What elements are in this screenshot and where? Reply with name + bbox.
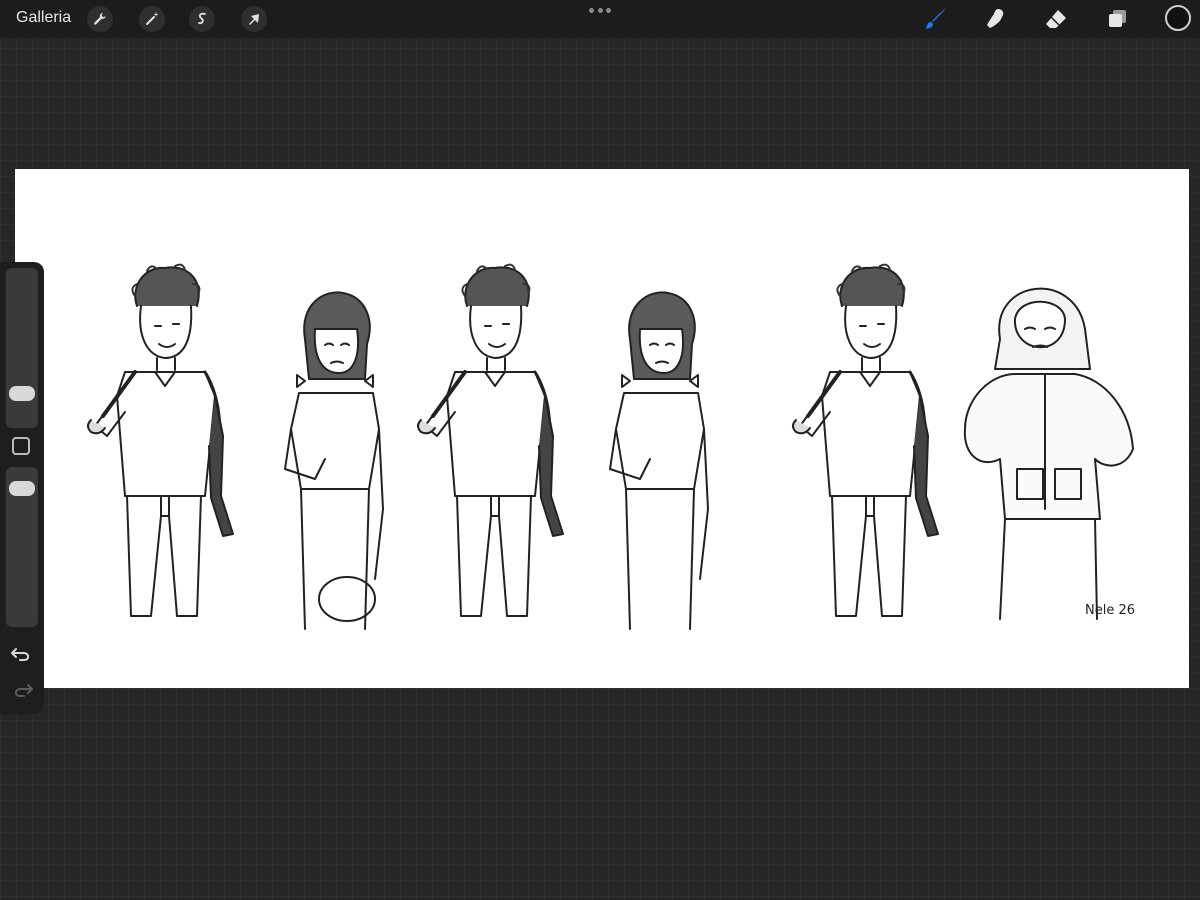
actions-button[interactable] bbox=[87, 6, 113, 32]
undo-icon bbox=[11, 648, 30, 661]
wrench-icon bbox=[94, 12, 106, 25]
smudge-tool-button[interactable] bbox=[980, 5, 1010, 33]
transform-arrow-icon bbox=[249, 14, 259, 25]
more-options-dots[interactable] bbox=[589, 8, 611, 14]
transform-button[interactable] bbox=[241, 6, 267, 32]
redo-button[interactable] bbox=[10, 680, 34, 700]
smudge-icon bbox=[987, 9, 1004, 28]
eraser-icon bbox=[1046, 10, 1066, 28]
opacity-thumb[interactable] bbox=[9, 481, 35, 496]
gallery-button[interactable]: Galleria bbox=[16, 9, 71, 27]
artist-signature: Nele 26 bbox=[1085, 603, 1135, 618]
top-toolbar: Galleria bbox=[0, 0, 1200, 38]
brush-size-thumb[interactable] bbox=[9, 386, 35, 401]
selection-s-icon bbox=[198, 12, 206, 25]
opacity-slider[interactable] bbox=[6, 467, 38, 627]
left-sidebar bbox=[0, 262, 44, 714]
adjustments-button[interactable] bbox=[139, 6, 165, 32]
redo-icon bbox=[14, 684, 33, 697]
eraser-tool-button[interactable] bbox=[1041, 5, 1071, 33]
brush-size-slider[interactable] bbox=[6, 268, 38, 428]
sketch-artwork: Nele 26 bbox=[86, 262, 1135, 630]
drawing-canvas[interactable]: Nele 26 bbox=[15, 169, 1189, 688]
layers-button[interactable] bbox=[1102, 5, 1132, 33]
magic-wand-icon bbox=[146, 12, 159, 25]
brush-tool-button[interactable] bbox=[921, 5, 951, 33]
layers-icon bbox=[1109, 10, 1126, 27]
modify-button[interactable] bbox=[12, 437, 30, 455]
selection-button[interactable] bbox=[189, 6, 215, 32]
color-picker-button[interactable] bbox=[1165, 5, 1191, 31]
undo-button[interactable] bbox=[10, 644, 34, 664]
brush-icon bbox=[926, 8, 946, 29]
